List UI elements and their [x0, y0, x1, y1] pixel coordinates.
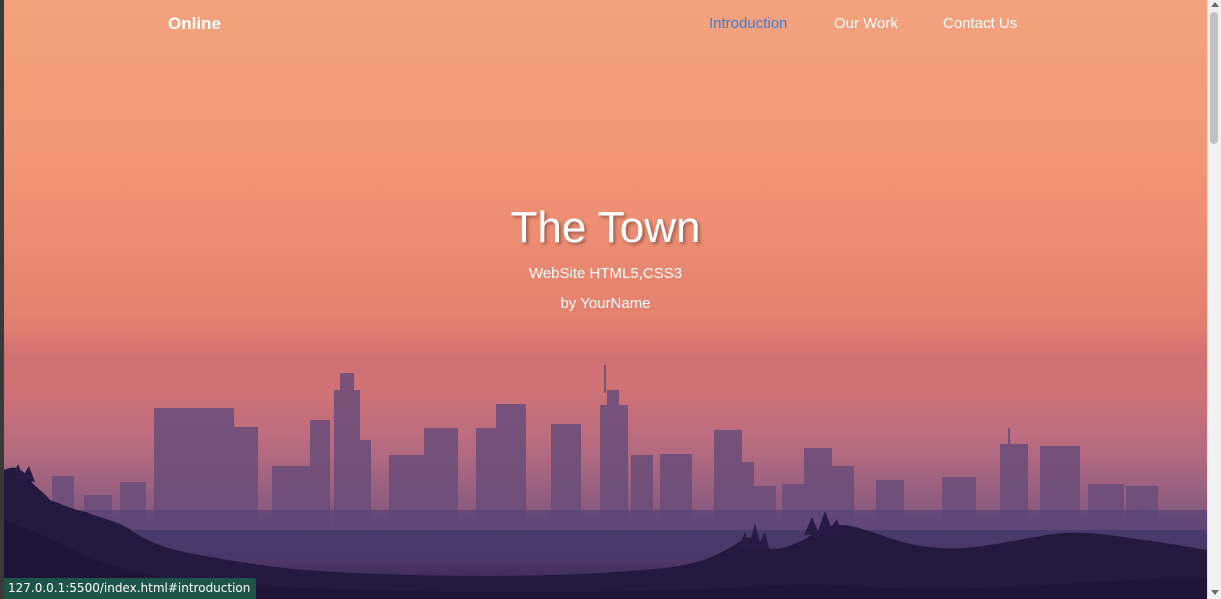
hero-byline: by YourName — [560, 295, 651, 312]
brand-logo-link[interactable]: Online — [168, 14, 221, 34]
scroll-up-arrow-icon[interactable] — [1211, 2, 1219, 7]
browser-viewport: Online Introduction Our Work Contact Us … — [0, 0, 1221, 599]
hero-text-block: The Town WebSite HTML5,CSS3 by YourName — [4, 200, 1207, 316]
status-bar-url: 127.0.0.1:5500/index.html#introduction — [4, 578, 257, 599]
scrollbar-thumb[interactable] — [1210, 12, 1218, 144]
top-navbar: Online Introduction Our Work Contact Us — [4, 0, 1207, 48]
nav-link-contact-us[interactable]: Contact Us — [943, 15, 1017, 32]
hero-subtitle: WebSite HTML5,CSS3 — [528, 265, 683, 282]
hero-title: The Town — [510, 203, 701, 252]
vertical-scrollbar[interactable] — [1207, 0, 1221, 599]
hero-section: Online Introduction Our Work Contact Us … — [4, 0, 1207, 599]
scroll-down-arrow-icon[interactable] — [1211, 590, 1219, 595]
nav-link-our-work[interactable]: Our Work — [834, 15, 898, 32]
nav-link-introduction[interactable]: Introduction — [709, 15, 787, 32]
